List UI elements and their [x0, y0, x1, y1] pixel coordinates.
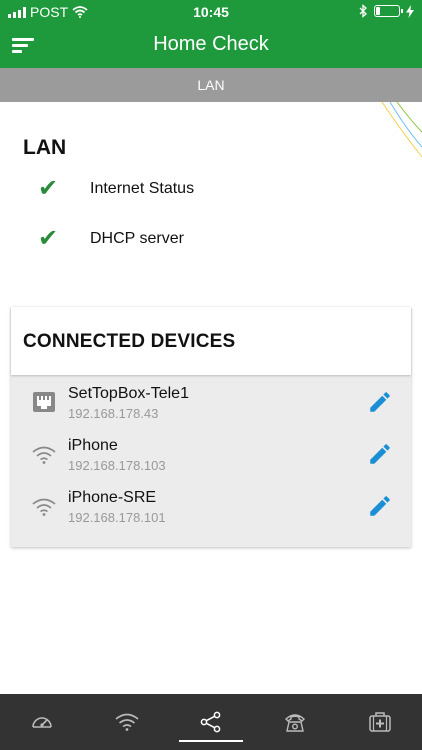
- wifi-icon: [115, 713, 139, 731]
- ethernet-port-icon: [33, 392, 55, 412]
- checkmark-icon: ✔: [38, 175, 59, 202]
- app-bar: Home Check: [0, 24, 422, 68]
- wifi-icon: [32, 446, 56, 464]
- bluetooth-icon: [359, 4, 367, 18]
- nav-item-phone[interactable]: [253, 694, 337, 750]
- check-label: Internet Status: [90, 180, 195, 197]
- bottom-navigation: [0, 694, 422, 750]
- connected-devices-header: CONNECTED DEVICES: [11, 307, 411, 375]
- lan-section-title: LAN: [23, 136, 67, 159]
- nav-item-wifi[interactable]: [84, 694, 168, 750]
- decorative-curves-icon: [382, 102, 422, 158]
- device-row[interactable]: iPhone 192.168.178.103: [11, 435, 411, 485]
- check-row-internet-status: ✔ Internet Status: [38, 175, 194, 202]
- checkmark-icon: ✔: [38, 225, 59, 252]
- tab-lan[interactable]: LAN: [0, 68, 422, 102]
- charging-icon: [406, 4, 414, 18]
- edit-pencil-icon[interactable]: [367, 389, 393, 415]
- battery-icon: [374, 5, 403, 17]
- status-right: [359, 4, 414, 18]
- nav-item-lan[interactable]: [169, 694, 253, 750]
- connected-devices-title: CONNECTED DEVICES: [23, 331, 236, 352]
- device-row[interactable]: SetTopBox-Tele1 192.168.178.43: [11, 383, 411, 433]
- device-name: iPhone-SRE: [68, 489, 157, 506]
- edit-pencil-icon[interactable]: [367, 441, 393, 467]
- device-ip: 192.168.178.103: [68, 458, 166, 473]
- device-ip: 192.168.178.43: [68, 406, 159, 421]
- nav-item-help[interactable]: [338, 694, 422, 750]
- page-title: Home Check: [153, 33, 269, 55]
- telephone-icon: [285, 714, 306, 732]
- nav-item-speed[interactable]: [0, 694, 84, 750]
- device-name: SetTopBox-Tele1: [68, 385, 189, 402]
- check-label: DHCP server: [90, 230, 184, 247]
- device-name: iPhone: [68, 437, 118, 454]
- status-bar: POST 10:45: [0, 0, 422, 24]
- battery-level: [376, 7, 380, 15]
- first-aid-kit-icon: [369, 712, 391, 732]
- wifi-icon: [32, 498, 56, 516]
- speedometer-icon: [32, 717, 53, 728]
- device-ip: 192.168.178.101: [68, 510, 166, 525]
- connected-devices-card: CONNECTED DEVICES SetTopBox-Tele1 192.16…: [11, 307, 411, 547]
- edit-pencil-icon[interactable]: [367, 493, 393, 519]
- device-row[interactable]: iPhone-SRE 192.168.178.101: [11, 487, 411, 537]
- network-share-icon: [200, 711, 221, 733]
- check-row-dhcp-server: ✔ DHCP server: [38, 225, 184, 252]
